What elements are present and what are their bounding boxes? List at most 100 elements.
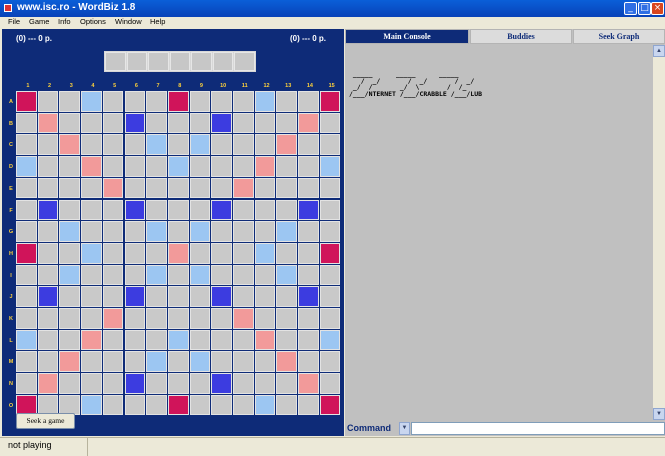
board-square[interactable] bbox=[16, 221, 37, 242]
board-square[interactable] bbox=[16, 177, 37, 199]
board-square[interactable] bbox=[189, 394, 211, 416]
board-square[interactable] bbox=[233, 329, 254, 351]
menu-help[interactable]: Help bbox=[150, 17, 165, 26]
board-square[interactable] bbox=[233, 156, 254, 177]
board-square[interactable] bbox=[37, 91, 59, 112]
board-square[interactable] bbox=[276, 394, 298, 416]
rack-slot[interactable] bbox=[148, 52, 169, 71]
rack-slot[interactable] bbox=[169, 52, 191, 71]
board-square[interactable] bbox=[37, 242, 59, 264]
board-square[interactable] bbox=[37, 134, 59, 156]
double-letter-square[interactable] bbox=[254, 394, 276, 416]
rack-slot[interactable] bbox=[212, 52, 234, 71]
double-word-square[interactable] bbox=[276, 134, 298, 156]
board-square[interactable] bbox=[211, 394, 232, 416]
board-square[interactable] bbox=[16, 373, 37, 394]
board-square[interactable] bbox=[298, 156, 319, 177]
board-square[interactable] bbox=[81, 177, 102, 199]
double-word-square[interactable] bbox=[81, 156, 102, 177]
double-word-square[interactable] bbox=[167, 242, 189, 264]
board-square[interactable] bbox=[319, 177, 341, 199]
board-square[interactable] bbox=[211, 156, 232, 177]
board-square[interactable] bbox=[59, 112, 81, 134]
board-square[interactable] bbox=[37, 156, 59, 177]
menu-options[interactable]: Options bbox=[80, 17, 106, 26]
triple-letter-square[interactable] bbox=[211, 199, 232, 221]
board-square[interactable] bbox=[81, 221, 102, 242]
board-square[interactable] bbox=[233, 394, 254, 416]
board-square[interactable] bbox=[189, 156, 211, 177]
board-square[interactable] bbox=[298, 264, 319, 286]
double-letter-square[interactable] bbox=[189, 264, 211, 286]
board-square[interactable] bbox=[59, 373, 81, 394]
board-square[interactable] bbox=[102, 329, 124, 351]
double-letter-square[interactable] bbox=[319, 156, 341, 177]
board-square[interactable] bbox=[16, 112, 37, 134]
double-letter-square[interactable] bbox=[276, 221, 298, 242]
triple-letter-square[interactable] bbox=[211, 373, 232, 394]
triple-letter-square[interactable] bbox=[211, 112, 232, 134]
board-square[interactable] bbox=[124, 264, 146, 286]
rack-slot[interactable] bbox=[105, 52, 126, 71]
board-square[interactable] bbox=[298, 221, 319, 242]
board-square[interactable] bbox=[254, 264, 276, 286]
double-word-square[interactable] bbox=[59, 351, 81, 373]
scrabble-board[interactable] bbox=[16, 91, 343, 418]
board-square[interactable] bbox=[146, 242, 167, 264]
board-square[interactable] bbox=[124, 394, 146, 416]
double-word-square[interactable] bbox=[233, 177, 254, 199]
double-letter-square[interactable] bbox=[16, 329, 37, 351]
double-word-square[interactable] bbox=[102, 308, 124, 329]
board-square[interactable] bbox=[189, 329, 211, 351]
double-letter-square[interactable] bbox=[189, 134, 211, 156]
board-square[interactable] bbox=[233, 112, 254, 134]
board-square[interactable] bbox=[276, 308, 298, 329]
board-square[interactable] bbox=[167, 199, 189, 221]
board-square[interactable] bbox=[59, 199, 81, 221]
board-square[interactable] bbox=[319, 221, 341, 242]
board-square[interactable] bbox=[102, 286, 124, 307]
triple-word-square[interactable] bbox=[16, 242, 37, 264]
board-square[interactable] bbox=[16, 351, 37, 373]
board-square[interactable] bbox=[124, 242, 146, 264]
menu-game[interactable]: Game bbox=[29, 17, 49, 26]
double-letter-square[interactable] bbox=[189, 221, 211, 242]
double-word-square[interactable] bbox=[254, 156, 276, 177]
board-square[interactable] bbox=[276, 329, 298, 351]
board-square[interactable] bbox=[167, 264, 189, 286]
command-input[interactable] bbox=[411, 422, 665, 435]
board-square[interactable] bbox=[16, 308, 37, 329]
double-word-square[interactable] bbox=[276, 351, 298, 373]
board-square[interactable] bbox=[102, 394, 124, 416]
board-square[interactable] bbox=[102, 156, 124, 177]
board-square[interactable] bbox=[189, 308, 211, 329]
menu-window[interactable]: Window bbox=[115, 17, 142, 26]
board-square[interactable] bbox=[124, 308, 146, 329]
board-square[interactable] bbox=[276, 373, 298, 394]
board-square[interactable] bbox=[189, 286, 211, 307]
board-square[interactable] bbox=[102, 91, 124, 112]
board-square[interactable] bbox=[146, 156, 167, 177]
board-square[interactable] bbox=[102, 351, 124, 373]
board-square[interactable] bbox=[16, 199, 37, 221]
board-square[interactable] bbox=[211, 177, 232, 199]
board-square[interactable] bbox=[81, 134, 102, 156]
tab-seek-graph[interactable]: Seek Graph bbox=[573, 29, 665, 44]
board-square[interactable] bbox=[211, 221, 232, 242]
board-square[interactable] bbox=[59, 286, 81, 307]
board-square[interactable] bbox=[233, 351, 254, 373]
board-square[interactable] bbox=[16, 286, 37, 307]
board-square[interactable] bbox=[81, 286, 102, 307]
board-square[interactable] bbox=[146, 329, 167, 351]
board-square[interactable] bbox=[233, 373, 254, 394]
double-letter-square[interactable] bbox=[254, 242, 276, 264]
menu-info[interactable]: Info bbox=[58, 17, 71, 26]
board-square[interactable] bbox=[211, 264, 232, 286]
board-square[interactable] bbox=[254, 112, 276, 134]
board-square[interactable] bbox=[59, 329, 81, 351]
double-letter-square[interactable] bbox=[146, 221, 167, 242]
board-square[interactable] bbox=[189, 199, 211, 221]
board-square[interactable] bbox=[37, 351, 59, 373]
seek-game-button[interactable]: Seek a game bbox=[16, 413, 75, 429]
triple-word-square[interactable] bbox=[319, 91, 341, 112]
